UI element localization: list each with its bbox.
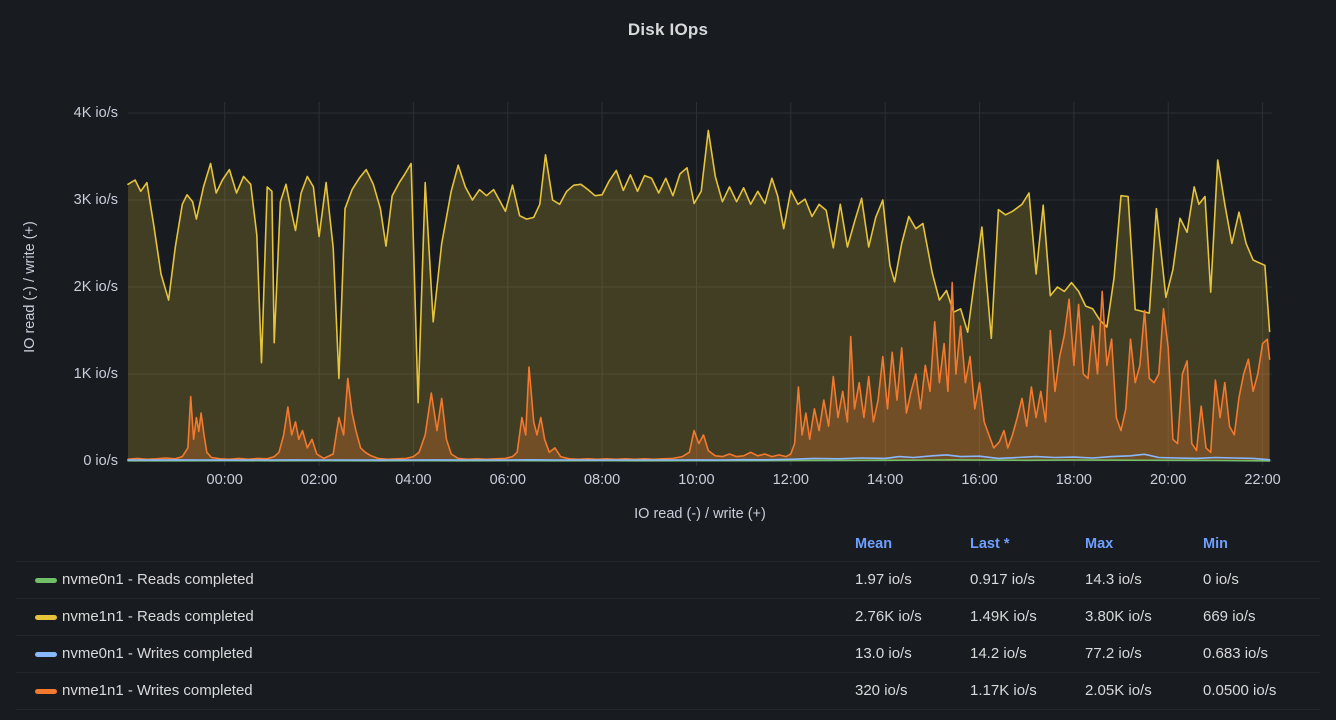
legend-value-last: 1.17K io/s — [970, 682, 1037, 699]
y-tick-label: 4K io/s — [8, 105, 118, 121]
legend-value-mean: 2.76K io/s — [855, 608, 922, 625]
legend-value-min: 669 io/s — [1203, 608, 1256, 625]
disk-iops-panel: Disk IOps IO read (-) / write (+) 0 io/s… — [0, 0, 1336, 720]
x-tick-label: 10:00 — [656, 472, 736, 488]
y-tick-label: 0 io/s — [8, 453, 118, 469]
legend-column-mean[interactable]: Mean — [855, 536, 892, 552]
legend-value-last: 14.2 io/s — [970, 645, 1027, 662]
legend-value-last: 1.49K io/s — [970, 608, 1037, 625]
legend-header-row: Mean Last * Max Min — [16, 528, 1320, 561]
legend-value-max: 3.80K io/s — [1085, 608, 1152, 625]
legend-column-last[interactable]: Last * — [970, 536, 1010, 552]
x-tick-label: 16:00 — [940, 472, 1020, 488]
x-tick-label: 20:00 — [1128, 472, 1208, 488]
series-name-label[interactable]: nvme1n1 - Reads completed — [62, 608, 254, 625]
legend-value-last: 0.917 io/s — [970, 571, 1035, 588]
legend-column-max[interactable]: Max — [1085, 536, 1113, 552]
series-color-swatch[interactable] — [35, 578, 57, 583]
series-color-swatch[interactable] — [35, 615, 57, 620]
series-name-label[interactable]: nvme0n1 - Writes completed — [62, 645, 253, 662]
legend-column-min[interactable]: Min — [1203, 536, 1228, 552]
legend-value-mean: 13.0 io/s — [855, 645, 912, 662]
legend-value-max: 77.2 io/s — [1085, 645, 1142, 662]
legend-row: nvme0n1 - Reads completed 1.97 io/s 0.917 … — [16, 561, 1320, 598]
x-axis-title: IO read (-) / write (+) — [128, 506, 1272, 522]
legend-value-min: 0 io/s — [1203, 571, 1239, 588]
legend-value-min: 0.683 io/s — [1203, 645, 1268, 662]
x-tick-label: 12:00 — [751, 472, 831, 488]
y-tick-label: 3K io/s — [8, 192, 118, 208]
x-tick-label: 22:00 — [1223, 472, 1303, 488]
x-tick-label: 02:00 — [279, 472, 359, 488]
x-tick-label: 14:00 — [845, 472, 925, 488]
legend-value-mean: 320 io/s — [855, 682, 908, 699]
x-tick-label: 04:00 — [373, 472, 453, 488]
series-name-label[interactable]: nvme1n1 - Writes completed — [62, 682, 253, 699]
series-color-swatch[interactable] — [35, 689, 57, 694]
legend-table: Mean Last * Max Min nvme0n1 - Reads complet… — [16, 528, 1320, 710]
x-tick-label: 18:00 — [1034, 472, 1114, 488]
legend-row: nvme1n1 - Reads completed 2.76K io/s 1.49K… — [16, 598, 1320, 635]
y-tick-label: 1K io/s — [8, 366, 118, 382]
legend-value-min: 0.0500 io/s — [1203, 682, 1276, 699]
legend-value-max: 2.05K io/s — [1085, 682, 1152, 699]
legend-row: nvme0n1 - Writes completed 13.0 io/s 14.2 … — [16, 635, 1320, 672]
y-tick-label: 2K io/s — [8, 279, 118, 295]
x-tick-label: 00:00 — [185, 472, 265, 488]
legend-row: nvme1n1 - Writes completed 320 io/s 1.17K … — [16, 672, 1320, 710]
legend-value-max: 14.3 io/s — [1085, 571, 1142, 588]
x-tick-label: 06:00 — [468, 472, 548, 488]
series-name-label[interactable]: nvme0n1 - Reads completed — [62, 571, 254, 588]
legend-value-mean: 1.97 io/s — [855, 571, 912, 588]
timeseries-plot[interactable] — [0, 0, 1336, 528]
series-color-swatch[interactable] — [35, 652, 57, 657]
x-tick-label: 08:00 — [562, 472, 642, 488]
